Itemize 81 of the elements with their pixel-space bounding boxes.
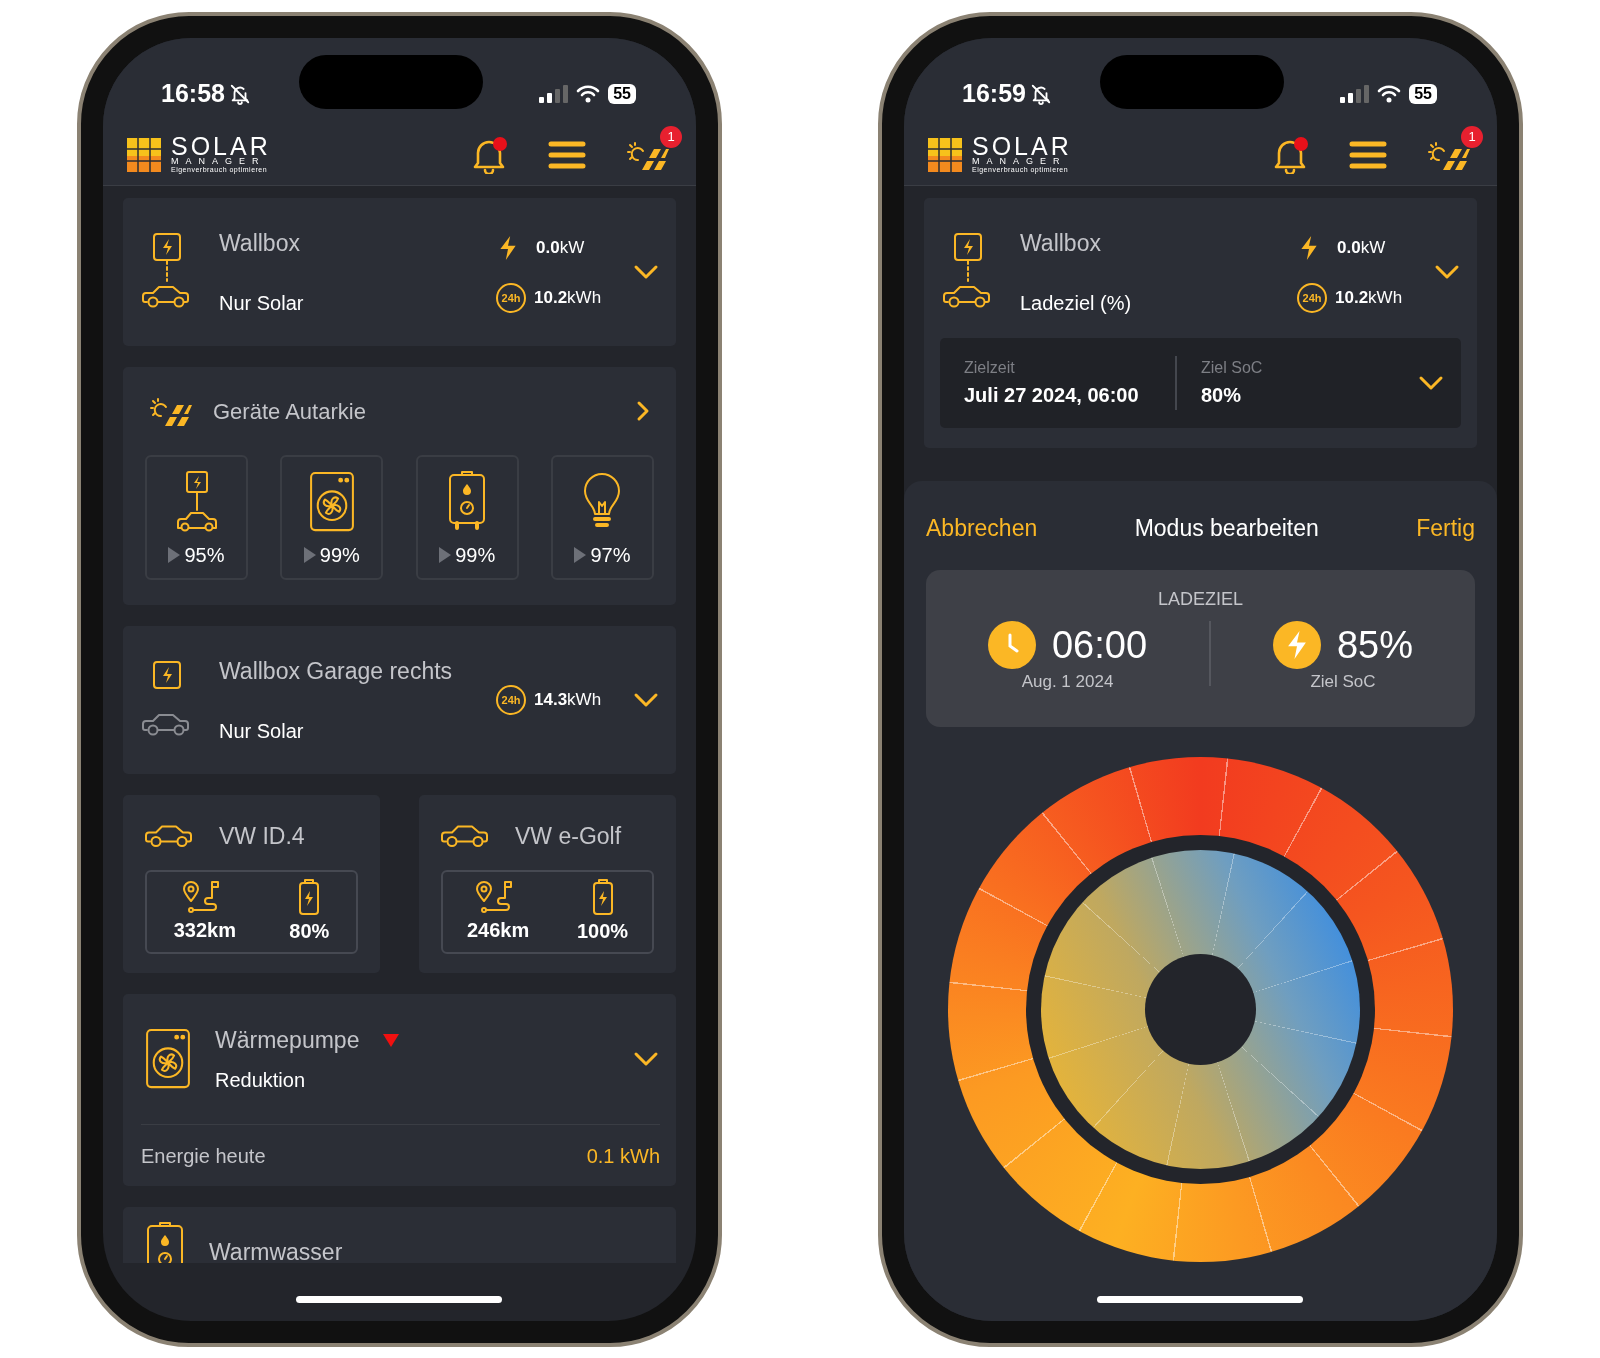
car-name: VW ID.4 <box>219 822 305 851</box>
target-soc: 80% <box>1201 383 1243 408</box>
notification-badge: 1 <box>660 125 682 148</box>
device-name: Wallbox <box>219 228 301 258</box>
battery-charging-icon <box>298 877 321 916</box>
battery-indicator: 55 <box>608 84 636 104</box>
wifi-icon <box>1377 84 1402 104</box>
goal-date: Aug. 1 2024 <box>1021 670 1114 693</box>
energy-value: 0.1 kWh <box>586 1143 660 1169</box>
battery-indicator: 55 <box>1409 84 1437 104</box>
car-soc: 100% <box>576 918 629 944</box>
wifi-icon <box>576 84 601 104</box>
energy-value: 14.3kWh <box>534 689 602 712</box>
done-link[interactable]: Fertig <box>1416 511 1475 546</box>
boiler-icon <box>447 470 488 532</box>
energy-value: 10.2kWh <box>1335 287 1403 310</box>
play-icon <box>574 547 587 563</box>
energy-value: 10.2kWh <box>534 287 602 310</box>
period-badge: 24h <box>496 283 526 313</box>
charge-mode: Nur Solar <box>219 291 305 317</box>
device-name: Wallbox <box>1020 228 1102 258</box>
goal-soc: 85% <box>1336 624 1414 665</box>
period-badge: 24h <box>496 685 526 715</box>
device-name: Wärmepumpe <box>215 1025 360 1055</box>
goal-heading: LADEZIEL <box>1157 587 1243 611</box>
autarky-value: 95% <box>184 543 225 568</box>
logo-icon <box>926 135 964 174</box>
goal-time: 06:00 <box>1051 624 1148 665</box>
period-badge: 24h <box>1297 283 1327 313</box>
device-tile[interactable]: 95% <box>145 455 248 580</box>
play-icon <box>303 547 316 563</box>
car-card[interactable]: VW e-Golf 246km 100% <box>419 795 676 973</box>
car-range: 246km <box>466 917 530 943</box>
device-status: Reduktion <box>215 1068 307 1094</box>
field-label: Zielzeit <box>964 358 1016 378</box>
device-tile[interactable]: 99% <box>280 455 384 580</box>
target-time: Juli 27 2024, 06:00 <box>964 383 1140 408</box>
car-icon <box>441 823 491 850</box>
signal-icon <box>1339 84 1370 104</box>
power-value: 0.0kW <box>536 237 585 260</box>
status-time: 16:59 <box>962 78 1026 110</box>
energy-label: Energie heute <box>141 1143 266 1169</box>
logo-subtitle: MANAGER <box>171 157 267 166</box>
car-icon <box>145 823 195 850</box>
bell-icon[interactable] <box>472 135 508 174</box>
play-icon <box>168 547 181 563</box>
car-name: VW e-Golf <box>515 822 622 851</box>
car-card[interactable]: VW ID.4 332km 80% <box>123 795 380 973</box>
wallbox-car-icon <box>174 470 219 532</box>
heat-pump-icon <box>145 1028 191 1090</box>
logo-icon <box>125 135 163 174</box>
logo-subtitle: MANAGER <box>972 157 1068 166</box>
notification-badge: 1 <box>1461 125 1483 148</box>
status-time: 16:58 <box>161 78 225 110</box>
charge-mode: Ladeziel (%) <box>1020 291 1133 317</box>
heat-pump-icon <box>308 470 355 532</box>
autarky-value: 99% <box>455 543 496 568</box>
cancel-link[interactable]: Abbrechen <box>926 511 1038 546</box>
bell-icon[interactable] <box>1273 135 1309 174</box>
autarky-value: 97% <box>590 543 631 568</box>
car-range: 332km <box>173 917 236 943</box>
signal-icon <box>538 84 569 104</box>
device-tile[interactable]: 99% <box>415 455 519 580</box>
play-icon <box>439 547 452 563</box>
goal-soc-label: Ziel SoC <box>1310 670 1376 693</box>
logo-wordmark: SOLAR <box>972 135 1072 157</box>
battery-charging-icon <box>591 877 614 916</box>
power-value: 0.0kW <box>1337 237 1386 260</box>
car-soc: 80% <box>289 918 330 944</box>
menu-icon[interactable] <box>548 139 586 170</box>
device-tile[interactable]: 97% <box>551 455 654 580</box>
section-title: Geräte Autarkie <box>213 397 367 426</box>
charge-target-panel[interactable]: Zielzeit Juli 27 2024, 06:00 Ziel SoC 80% <box>940 338 1461 428</box>
menu-icon[interactable] <box>1349 139 1387 170</box>
device-name: Warmwasser <box>209 1237 343 1263</box>
field-label: Ziel SoC <box>1201 358 1264 378</box>
autarky-value: 99% <box>319 543 360 568</box>
sheet-title: Modus bearbeiten <box>1134 514 1319 543</box>
device-name: Wallbox Garage rechts <box>219 656 454 686</box>
charge-mode: Nur Solar <box>219 719 305 745</box>
logo-wordmark: SOLAR <box>171 135 271 157</box>
